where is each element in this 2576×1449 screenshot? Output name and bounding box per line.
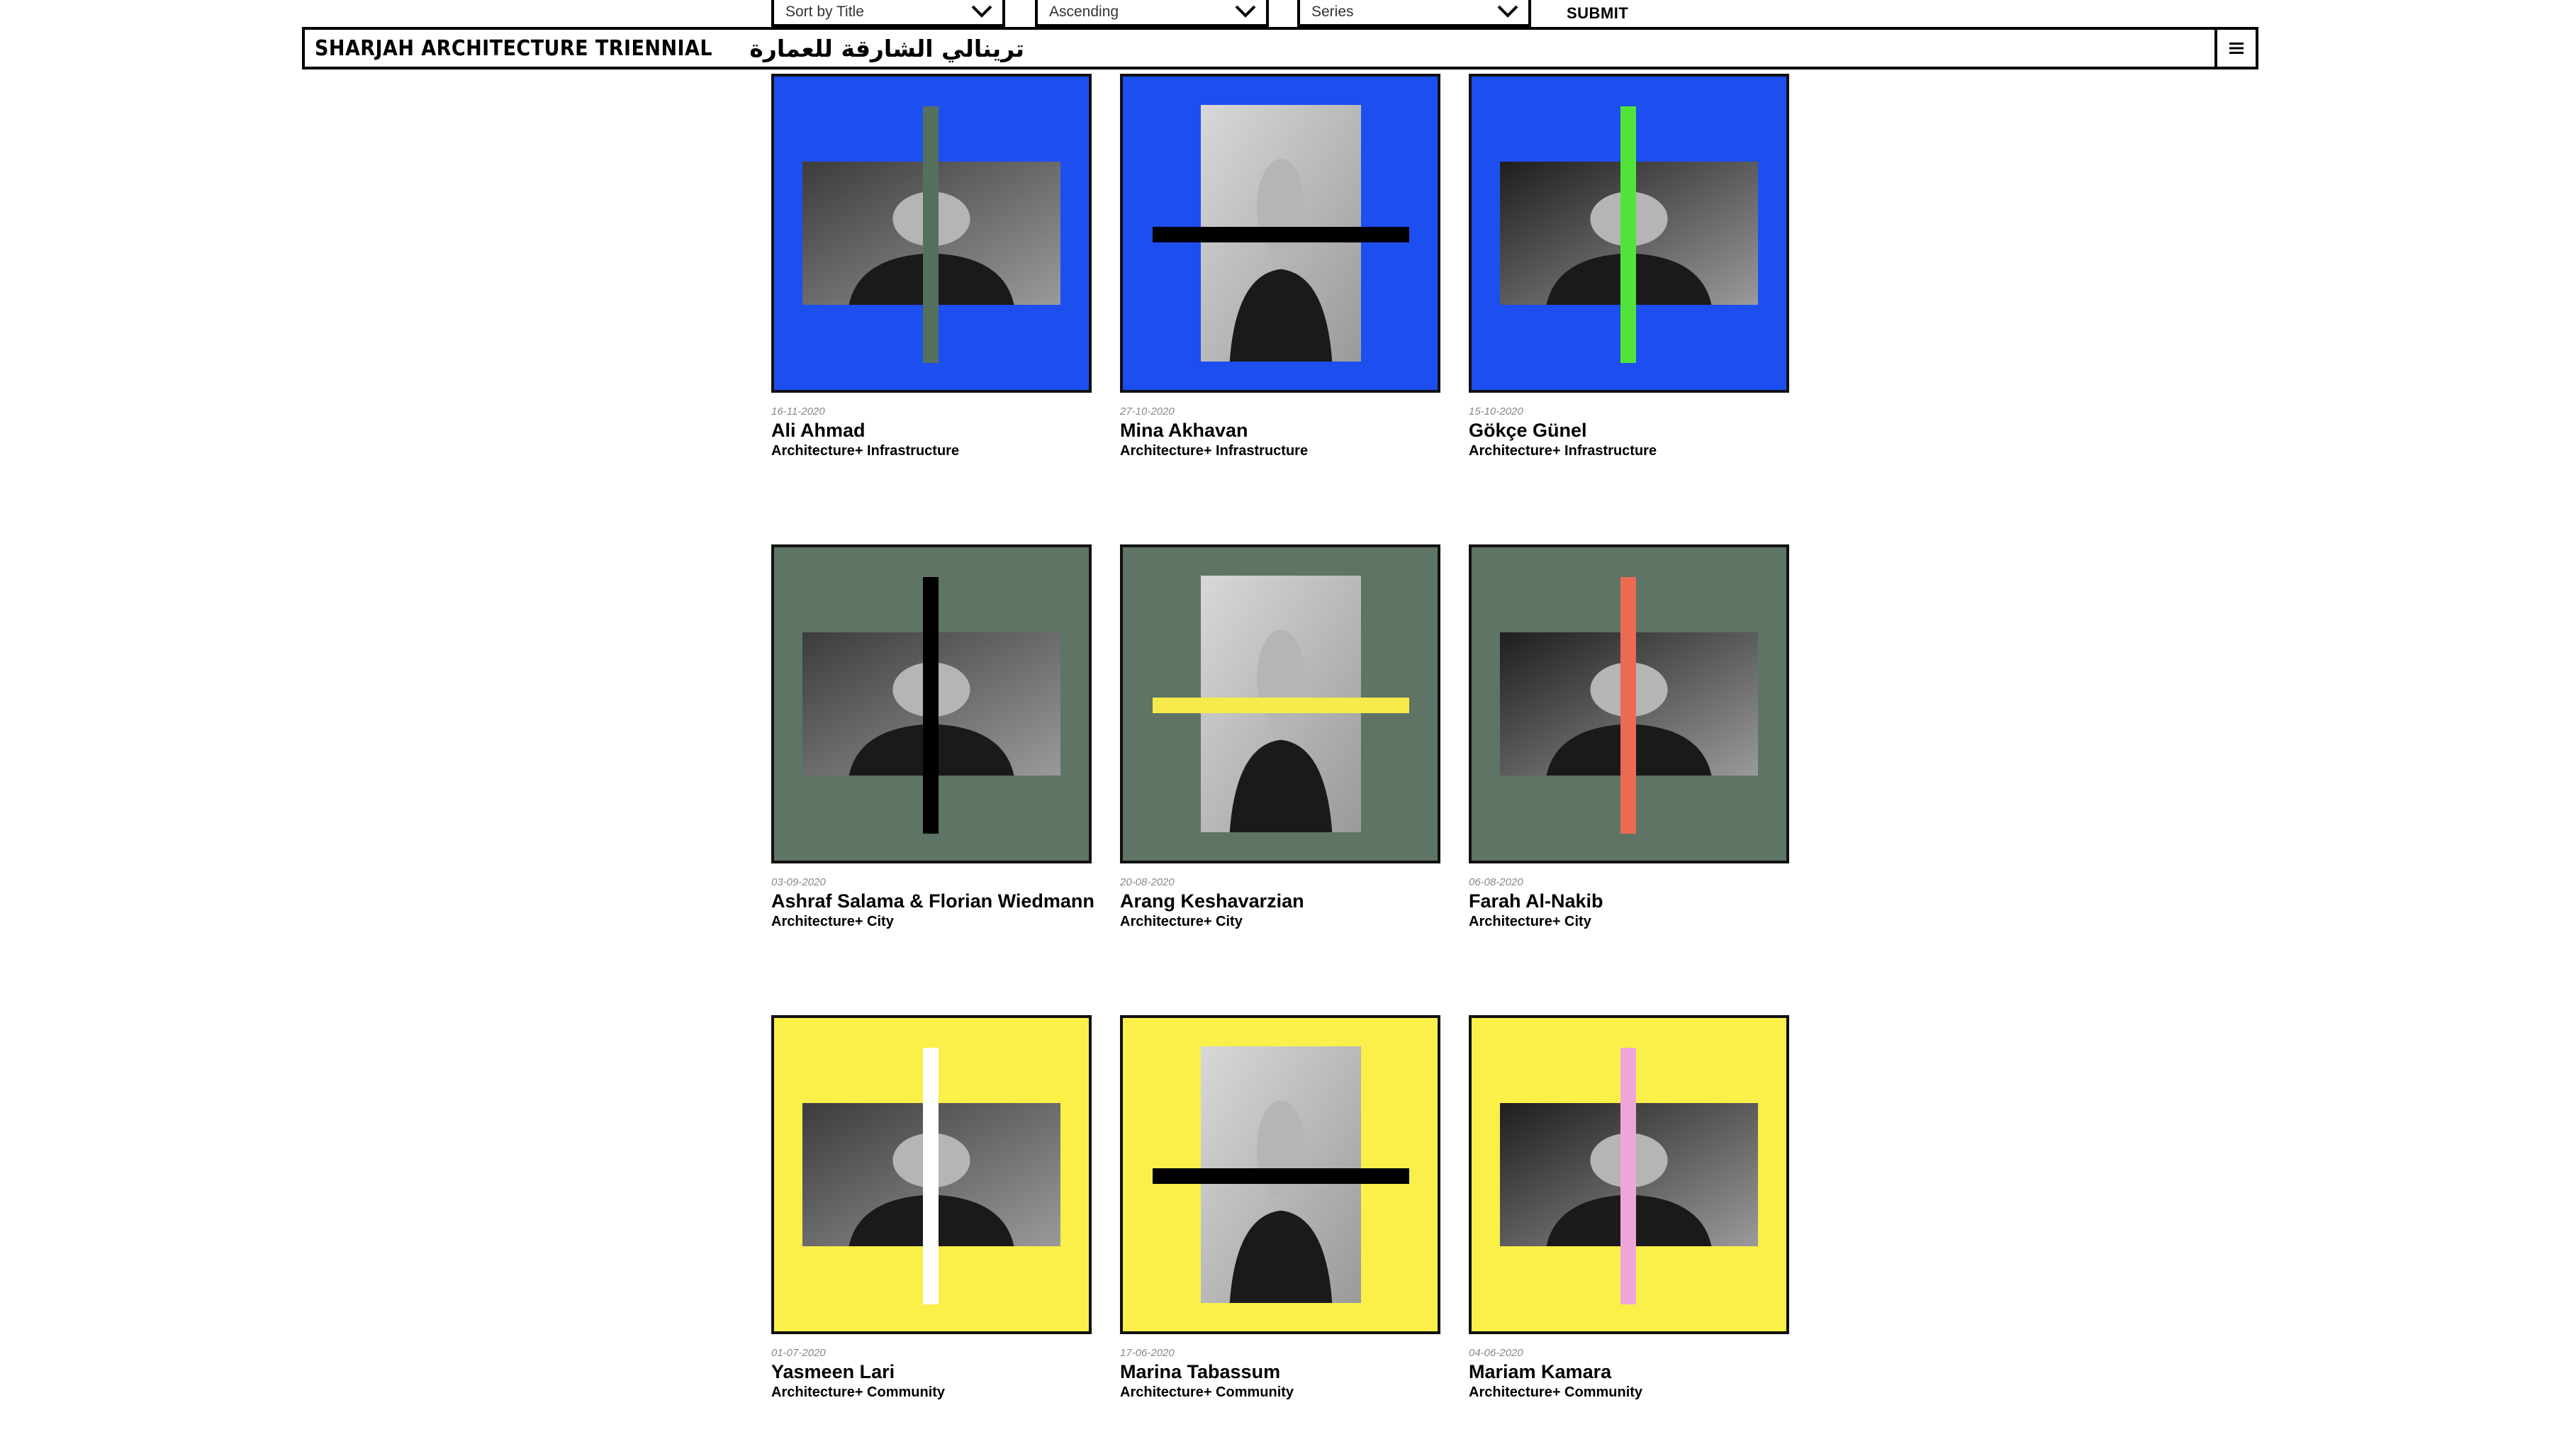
speaker-name[interactable]: Ashraf Salama & Florian Wiedmann bbox=[771, 890, 1094, 912]
publish-date: 17-06-2020 bbox=[1120, 1347, 1175, 1359]
order-select[interactable]: Ascending bbox=[1035, 0, 1269, 27]
menu-button[interactable] bbox=[2214, 30, 2256, 67]
submit-button[interactable]: SUBMIT bbox=[1567, 4, 1628, 23]
speaker-thumbnail[interactable] bbox=[1120, 1015, 1440, 1334]
publish-date: 27-10-2020 bbox=[1120, 405, 1175, 418]
speaker-thumbnail[interactable] bbox=[1469, 544, 1789, 863]
accent-bar bbox=[923, 577, 939, 834]
speaker-card[interactable]: 20-08-2020 Arang Keshavarzian Architecture… bbox=[1120, 544, 1440, 931]
speaker-thumbnail[interactable] bbox=[1120, 544, 1440, 863]
site-name-en: SHARJAH ARCHITECTURE TRIENNIAL bbox=[315, 35, 713, 61]
speaker-thumbnail[interactable] bbox=[1469, 1015, 1789, 1334]
accent-bar bbox=[923, 1048, 939, 1304]
series-label: Architecture+ Community bbox=[1469, 1384, 1643, 1400]
speaker-name[interactable]: Marina Tabassum bbox=[1120, 1360, 1440, 1383]
site-header: SHARJAH ARCHITECTURE TRIENNIAL ترينالي ا… bbox=[302, 27, 2258, 69]
speaker-thumbnail[interactable] bbox=[771, 74, 1092, 393]
accent-bar bbox=[1153, 698, 1409, 713]
chevron-down-icon bbox=[971, 5, 992, 18]
speaker-name[interactable]: Farah Al-Nakib bbox=[1469, 890, 1789, 912]
speaker-name[interactable]: Ali Ahmad bbox=[771, 419, 1092, 442]
speaker-thumbnail[interactable] bbox=[1469, 74, 1789, 393]
speaker-name[interactable]: Yasmeen Lari bbox=[771, 1360, 1092, 1383]
chevron-down-icon bbox=[1235, 5, 1256, 18]
speaker-card[interactable]: 15-10-2020 Gökçe Günel Architecture+ Infra… bbox=[1469, 74, 1789, 460]
speaker-thumbnail[interactable] bbox=[1120, 74, 1440, 393]
series-label: Architecture+ City bbox=[1120, 914, 1243, 929]
accent-bar bbox=[1620, 106, 1636, 363]
series-label: Architecture+ Community bbox=[771, 1384, 946, 1400]
site-name-ar: ترينالي الشارقة للعمارة bbox=[749, 35, 1024, 62]
publish-date: 16-11-2020 bbox=[771, 405, 825, 418]
series-select[interactable]: Series bbox=[1297, 0, 1531, 27]
speaker-card[interactable]: 16-11-2020 Ali Ahmad Architecture+ Infrast… bbox=[771, 74, 1092, 460]
publish-date: 15-10-2020 bbox=[1469, 405, 1523, 418]
speaker-card[interactable]: 06-08-2020 Farah Al-Nakib Architecture+ Ci… bbox=[1469, 544, 1789, 931]
publish-date: 01-07-2020 bbox=[771, 1347, 826, 1359]
publish-date: 03-09-2020 bbox=[771, 876, 826, 888]
series-label: Architecture+ Community bbox=[1120, 1384, 1294, 1400]
page: Sort by Title Ascending Series SUBMIT SH… bbox=[0, 0, 2576, 1449]
speaker-name[interactable]: Mina Akhavan bbox=[1120, 419, 1440, 442]
site-name-ar-part-1: ترينالي bbox=[941, 34, 1025, 62]
speaker-card[interactable]: 04-06-2020 Mariam Kamara Architecture+ Com… bbox=[1469, 1015, 1789, 1402]
speaker-name[interactable]: Arang Keshavarzian bbox=[1120, 890, 1440, 912]
speaker-card[interactable]: 03-09-2020 Ashraf Salama & Florian Wiedma… bbox=[771, 544, 1094, 931]
series-value: Series bbox=[1311, 4, 1354, 20]
speaker-thumbnail[interactable] bbox=[771, 1015, 1092, 1334]
speaker-card[interactable]: 27-10-2020 Mina Akhavan Architecture+ Infr… bbox=[1120, 74, 1440, 460]
series-label: Architecture+ City bbox=[1469, 914, 1591, 929]
speaker-name[interactable]: Mariam Kamara bbox=[1469, 1360, 1789, 1383]
accent-bar bbox=[1620, 577, 1636, 834]
series-label: Architecture+ Infrastructure bbox=[1469, 443, 1657, 459]
speaker-thumbnail[interactable] bbox=[771, 544, 1092, 863]
sort-by-value: Sort by Title bbox=[785, 4, 864, 20]
site-logo[interactable]: SHARJAH ARCHITECTURE TRIENNIAL ترينالي ا… bbox=[315, 30, 1024, 67]
series-label: Architecture+ City bbox=[771, 914, 894, 929]
accent-bar bbox=[1153, 227, 1409, 242]
publish-date: 04-06-2020 bbox=[1469, 1347, 1523, 1359]
accent-bar bbox=[1153, 1168, 1409, 1184]
order-value: Ascending bbox=[1049, 4, 1119, 20]
publish-date: 06-08-2020 bbox=[1469, 876, 1523, 888]
accent-bar bbox=[1620, 1048, 1636, 1304]
series-label: Architecture+ Infrastructure bbox=[1120, 443, 1309, 459]
site-name-ar-part-2: الشارقة للعمارة bbox=[749, 34, 934, 62]
chevron-down-icon bbox=[1497, 5, 1518, 18]
speaker-card[interactable]: 17-06-2020 Marina Tabassum Architecture+ C… bbox=[1120, 1015, 1440, 1402]
accent-bar bbox=[923, 106, 939, 363]
sort-by-select[interactable]: Sort by Title bbox=[771, 0, 1005, 27]
publish-date: 20-08-2020 bbox=[1120, 876, 1175, 888]
speaker-card[interactable]: 01-07-2020 Yasmeen Lari Architecture+ Comm… bbox=[771, 1015, 1092, 1402]
hamburger-icon bbox=[2229, 43, 2244, 54]
series-label: Architecture+ Infrastructure bbox=[771, 443, 960, 459]
speaker-name[interactable]: Gökçe Günel bbox=[1469, 419, 1789, 442]
